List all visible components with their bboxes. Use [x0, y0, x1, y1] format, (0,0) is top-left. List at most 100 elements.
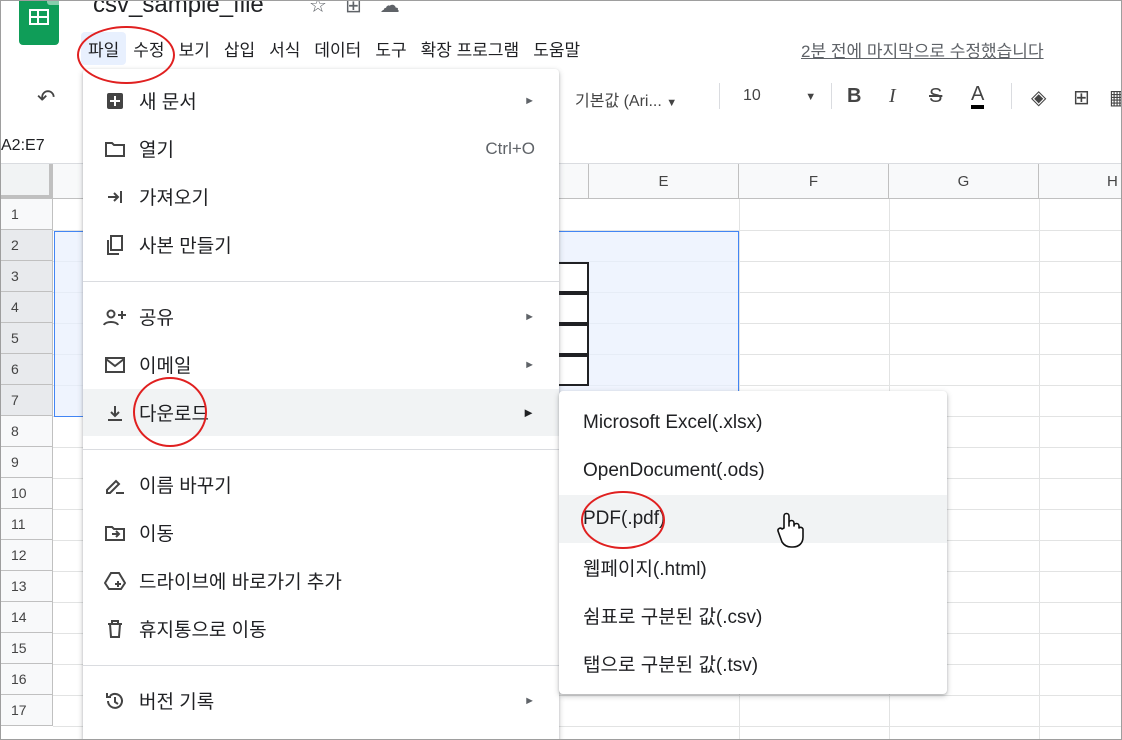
- row-header[interactable]: 6: [1, 354, 53, 385]
- menu-item-label: 이름 바꾸기: [139, 476, 232, 497]
- borders-icon[interactable]: ⊞: [1073, 85, 1090, 110]
- file-menu-new[interactable]: 새 문서 ►: [83, 77, 559, 124]
- file-menu-add-shortcut[interactable]: 드라이브에 바로가기 추가: [83, 557, 559, 604]
- menu-item-label: 공유: [139, 308, 174, 329]
- bold-icon[interactable]: B: [847, 85, 861, 108]
- column-header-e[interactable]: E: [589, 164, 739, 199]
- gridline: [1039, 199, 1040, 739]
- menu-tools[interactable]: 도구: [368, 32, 413, 65]
- import-icon: [103, 185, 127, 209]
- menu-data[interactable]: 데이터: [307, 32, 368, 65]
- document-title[interactable]: csv_sample_file: [93, 1, 264, 19]
- column-header-g[interactable]: G: [889, 164, 1039, 199]
- download-xlsx[interactable]: Microsoft Excel(.xlsx): [559, 399, 947, 447]
- copy-icon: [103, 233, 127, 257]
- menu-view[interactable]: 보기: [172, 32, 217, 65]
- rename-icon: [103, 473, 127, 497]
- menu-item-label: 버전 기록: [139, 692, 215, 713]
- row-header[interactable]: 3: [1, 261, 53, 292]
- menu-divider: [83, 449, 559, 450]
- row-header[interactable]: 11: [1, 509, 53, 540]
- chevron-down-icon: ▼: [805, 91, 817, 103]
- row-header[interactable]: 1: [1, 199, 53, 230]
- hand-cursor-icon: [775, 511, 805, 554]
- annotation-oval-file: [77, 26, 175, 84]
- history-icon: [103, 689, 127, 713]
- submenu-arrow-icon: ►: [524, 694, 535, 707]
- file-menu-trash[interactable]: 휴지통으로 이동: [83, 605, 559, 652]
- title-icons: ☆ ⊞ ☁: [309, 1, 400, 18]
- font-size-value: 10: [743, 87, 761, 104]
- row-header[interactable]: 12: [1, 540, 53, 571]
- download-tsv[interactable]: 탭으로 구분된 값(.tsv): [559, 639, 947, 687]
- shortcut-label: Ctrl+O: [485, 138, 535, 158]
- row-header[interactable]: 15: [1, 633, 53, 664]
- name-box[interactable]: A2:E7: [1, 137, 45, 155]
- sheets-logo-icon[interactable]: [19, 1, 59, 45]
- new-document-icon: [103, 89, 127, 113]
- italic-icon[interactable]: I: [889, 85, 896, 108]
- trash-icon: [103, 617, 127, 641]
- file-menu-version-history[interactable]: 버전 기록 ►: [83, 677, 559, 724]
- menu-format[interactable]: 서식: [262, 32, 307, 65]
- font-select-value: 기본값 (Ari...: [575, 93, 662, 110]
- submenu-arrow-icon: ►: [524, 358, 535, 371]
- email-icon: [103, 353, 127, 377]
- file-menu-rename[interactable]: 이름 바꾸기: [83, 461, 559, 508]
- row-header[interactable]: 16: [1, 664, 53, 695]
- select-all-corner[interactable]: [1, 164, 53, 199]
- file-menu-open[interactable]: 열기 Ctrl+O: [83, 125, 559, 172]
- toolbar-separator: [719, 83, 720, 109]
- font-select[interactable]: 기본값 (Ari... ▼: [575, 87, 677, 111]
- strikethrough-icon[interactable]: S: [929, 85, 942, 108]
- file-menu-import[interactable]: 가져오기: [83, 173, 559, 220]
- menu-insert[interactable]: 삽입: [217, 32, 262, 65]
- move-to-folder-icon[interactable]: ⊞: [345, 1, 362, 18]
- menu-help[interactable]: 도움말: [526, 32, 587, 65]
- menu-item-label: 드라이브에 바로가기 추가: [139, 572, 342, 593]
- window: csv_sample_file ☆ ⊞ ☁ 파일 수정 보기 삽입 서식 데이터…: [0, 0, 1122, 740]
- row-header[interactable]: 4: [1, 292, 53, 323]
- row-header[interactable]: 2: [1, 230, 53, 261]
- last-edit-link[interactable]: 2분 전에 마지막으로 수정했습니다: [801, 37, 1044, 62]
- menu-item-label: 가져오기: [139, 188, 209, 209]
- share-person-icon: [103, 305, 127, 329]
- folder-icon: [103, 137, 127, 161]
- toolbar-separator: [1011, 83, 1012, 109]
- menu-item-label: 열기: [139, 140, 174, 161]
- toolbar-separator: [831, 83, 832, 109]
- row-header[interactable]: 13: [1, 571, 53, 602]
- merge-cells-icon[interactable]: ▦: [1109, 85, 1121, 110]
- menu-extensions[interactable]: 확장 프로그램: [414, 32, 527, 65]
- file-menu-make-copy[interactable]: 사본 만들기: [83, 221, 559, 268]
- menu-item-label: 사본 만들기: [139, 236, 232, 257]
- undo-icon[interactable]: ↶: [37, 85, 55, 111]
- star-icon[interactable]: ☆: [309, 1, 327, 18]
- annotation-oval-pdf: [581, 491, 665, 549]
- row-header[interactable]: 17: [1, 695, 53, 726]
- download-html[interactable]: 웹페이지(.html): [559, 543, 947, 591]
- cloud-status-icon[interactable]: ☁: [380, 1, 400, 18]
- chevron-down-icon: ▼: [666, 97, 678, 109]
- download-csv[interactable]: 쉼표로 구분된 값(.csv): [559, 591, 947, 639]
- column-header-f[interactable]: F: [739, 164, 889, 199]
- text-color-icon[interactable]: A: [971, 83, 985, 109]
- fill-color-icon[interactable]: ◈: [1031, 85, 1046, 110]
- row-header[interactable]: 7: [1, 385, 53, 416]
- row-header[interactable]: 10: [1, 478, 53, 509]
- menu-item-label: 새 문서: [139, 92, 197, 113]
- font-size-select[interactable]: 10 ▼: [743, 87, 816, 105]
- row-header[interactable]: 5: [1, 323, 53, 354]
- row-header[interactable]: 14: [1, 602, 53, 633]
- file-menu-move[interactable]: 이동: [83, 509, 559, 556]
- row-header[interactable]: 8: [1, 416, 53, 447]
- file-menu-share[interactable]: 공유 ►: [83, 293, 559, 340]
- submenu-arrow-icon: ►: [524, 94, 535, 107]
- menu-divider: [83, 281, 559, 282]
- drive-shortcut-icon: [103, 569, 127, 593]
- column-header-h[interactable]: H: [1039, 164, 1121, 199]
- row-header[interactable]: 9: [1, 447, 53, 478]
- move-icon: [103, 521, 127, 545]
- submenu-arrow-icon: ►: [522, 405, 535, 420]
- download-ods[interactable]: OpenDocument(.ods): [559, 447, 947, 495]
